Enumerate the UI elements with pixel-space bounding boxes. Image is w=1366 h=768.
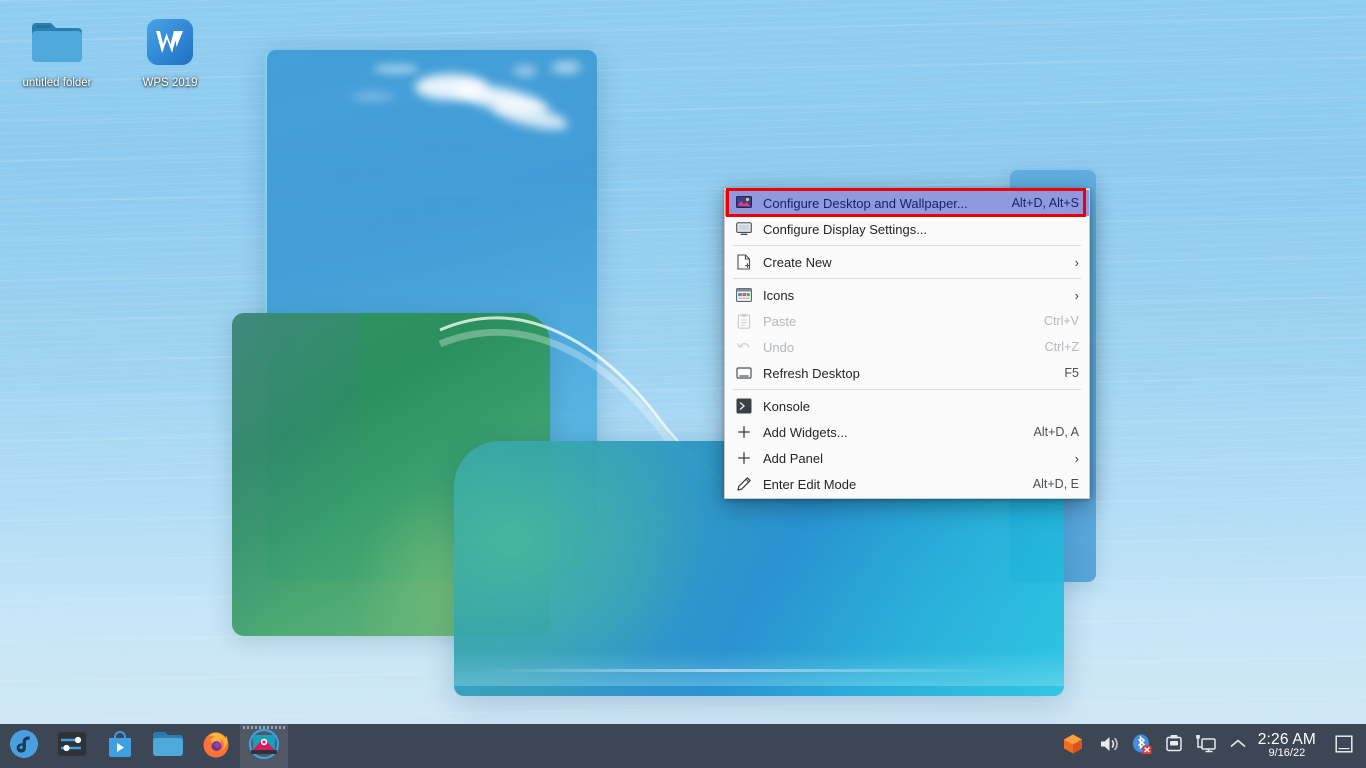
wallpaper-cloud xyxy=(513,66,537,76)
clipboard-icon xyxy=(735,312,753,330)
menu-item-shortcut: Alt+D, Alt+S xyxy=(1011,196,1079,210)
tray-expand-button[interactable] xyxy=(1222,724,1254,768)
chevron-right-icon: › xyxy=(1074,450,1079,466)
menu-item-configure-desktop-and-wallpaper[interactable]: Configure Desktop and Wallpaper... Alt+D… xyxy=(725,190,1089,216)
wallpaper-sheen xyxy=(484,669,1004,672)
konsole-icon xyxy=(735,397,753,415)
plus-icon xyxy=(735,449,753,467)
menu-item-paste: Paste Ctrl+V xyxy=(725,308,1089,334)
menu-item-label: Configure Desktop and Wallpaper... xyxy=(763,195,968,211)
desktop-icon-label: WPS 2019 xyxy=(142,77,198,89)
system-tray[interactable]: 2:26 AM 9/16/22 xyxy=(1052,724,1366,768)
menu-item-add-panel[interactable]: Add Panel › xyxy=(725,445,1089,471)
monitor-icon xyxy=(735,220,753,238)
pencil-icon xyxy=(735,475,753,493)
chevron-right-icon: › xyxy=(1074,287,1079,303)
menu-item-label: Create New xyxy=(763,254,832,270)
wallpaper-cloud xyxy=(351,92,395,101)
software-store-icon xyxy=(105,729,135,764)
firefox-icon xyxy=(201,729,231,764)
menu-item-shortcut: Ctrl+Z xyxy=(1044,340,1079,354)
menu-item-label: Add Panel xyxy=(763,450,823,466)
network-display-icon xyxy=(1195,734,1217,759)
usb-drive-icon xyxy=(1165,734,1183,759)
volume-icon xyxy=(1099,734,1121,759)
menu-item-icons[interactable]: Icons › xyxy=(725,282,1089,308)
chevron-right-icon: › xyxy=(1074,254,1079,270)
desktop[interactable]: untitled folder WPS 2019 Configure Deskt… xyxy=(0,0,1366,768)
tray-expand-icon xyxy=(1229,737,1247,755)
tray-bluetooth-button[interactable] xyxy=(1126,724,1158,768)
undo-icon xyxy=(735,338,753,356)
menu-item-undo: Undo Ctrl+Z xyxy=(725,334,1089,360)
wps-office-icon xyxy=(122,12,218,72)
fedora-menu-icon xyxy=(9,729,39,764)
show-desktop-button[interactable] xyxy=(1324,724,1364,768)
menu-separator xyxy=(733,278,1081,279)
wallpaper-cloud xyxy=(551,62,581,73)
clock-date: 9/16/22 xyxy=(1268,747,1306,760)
taskbar-system-settings-button[interactable] xyxy=(48,724,96,768)
taskbar-clock[interactable]: 2:26 AM 9/16/22 xyxy=(1254,731,1324,760)
tray-network-display-button[interactable] xyxy=(1190,724,1222,768)
show-desktop-icon xyxy=(1334,734,1354,759)
wallpaper-cloud xyxy=(373,64,419,74)
menu-item-label: Konsole xyxy=(763,398,810,414)
file-manager-icon xyxy=(152,730,184,763)
refresh-icon xyxy=(735,364,753,382)
desktop-icon-wps-2019[interactable]: WPS 2019 xyxy=(122,12,218,90)
menu-item-refresh-desktop[interactable]: Refresh Desktop F5 xyxy=(725,360,1089,386)
menu-item-label: Enter Edit Mode xyxy=(763,476,857,492)
tray-usb-drive-button[interactable] xyxy=(1158,724,1190,768)
clock-time: 2:26 AM xyxy=(1257,731,1316,749)
menu-item-label: Add Widgets... xyxy=(763,424,848,440)
menu-item-label: Configure Display Settings... xyxy=(763,221,928,237)
folder-icon xyxy=(9,12,105,72)
taskbar-image-viewer-button[interactable] xyxy=(240,724,288,768)
taskbar[interactable]: 2:26 AM 9/16/22 xyxy=(0,724,1366,768)
tray-app-icon[interactable] xyxy=(1052,724,1094,768)
menu-separator xyxy=(733,245,1081,246)
bluetooth-off-icon xyxy=(1131,733,1153,760)
taskbar-launchers[interactable] xyxy=(0,724,288,768)
menu-item-create-new[interactable]: Create New › xyxy=(725,249,1089,275)
desktop-icon-label: untitled folder xyxy=(22,77,92,89)
taskbar-firefox-button[interactable] xyxy=(192,724,240,768)
taskbar-file-manager-button[interactable] xyxy=(144,724,192,768)
taskbar-fedora-menu-button[interactable] xyxy=(0,724,48,768)
menu-item-label: Icons xyxy=(763,287,795,303)
menu-item-label: Paste xyxy=(763,313,797,329)
menu-separator xyxy=(733,389,1081,390)
menu-item-configure-display-settings[interactable]: Configure Display Settings... xyxy=(725,216,1089,242)
menu-item-shortcut: Ctrl+V xyxy=(1043,314,1079,328)
tray-volume-button[interactable] xyxy=(1094,724,1126,768)
new-document-icon xyxy=(735,253,753,271)
taskbar-software-store-button[interactable] xyxy=(96,724,144,768)
desktop-icon-untitled-folder[interactable]: untitled folder xyxy=(9,12,105,90)
menu-item-konsole[interactable]: Konsole xyxy=(725,393,1089,419)
desktop-context-menu[interactable]: Configure Desktop and Wallpaper... Alt+D… xyxy=(724,188,1090,499)
menu-item-add-widgets[interactable]: Add Widgets... Alt+D, A xyxy=(725,419,1089,445)
icons-grid-icon xyxy=(735,286,753,304)
menu-item-shortcut: F5 xyxy=(1064,366,1079,380)
menu-item-shortcut: Alt+D, A xyxy=(1033,425,1079,439)
image-viewer-icon xyxy=(247,728,281,764)
wallpaper-icon xyxy=(735,194,753,212)
plus-icon xyxy=(735,423,753,441)
settings-sliders-icon xyxy=(57,729,87,764)
menu-item-label: Undo xyxy=(763,339,795,355)
menu-item-label: Refresh Desktop xyxy=(763,365,860,381)
menu-item-enter-edit-mode[interactable]: Enter Edit Mode Alt+D, E xyxy=(725,471,1089,497)
menu-item-shortcut: Alt+D, E xyxy=(1032,477,1079,491)
app-tray-icon xyxy=(1062,733,1084,760)
